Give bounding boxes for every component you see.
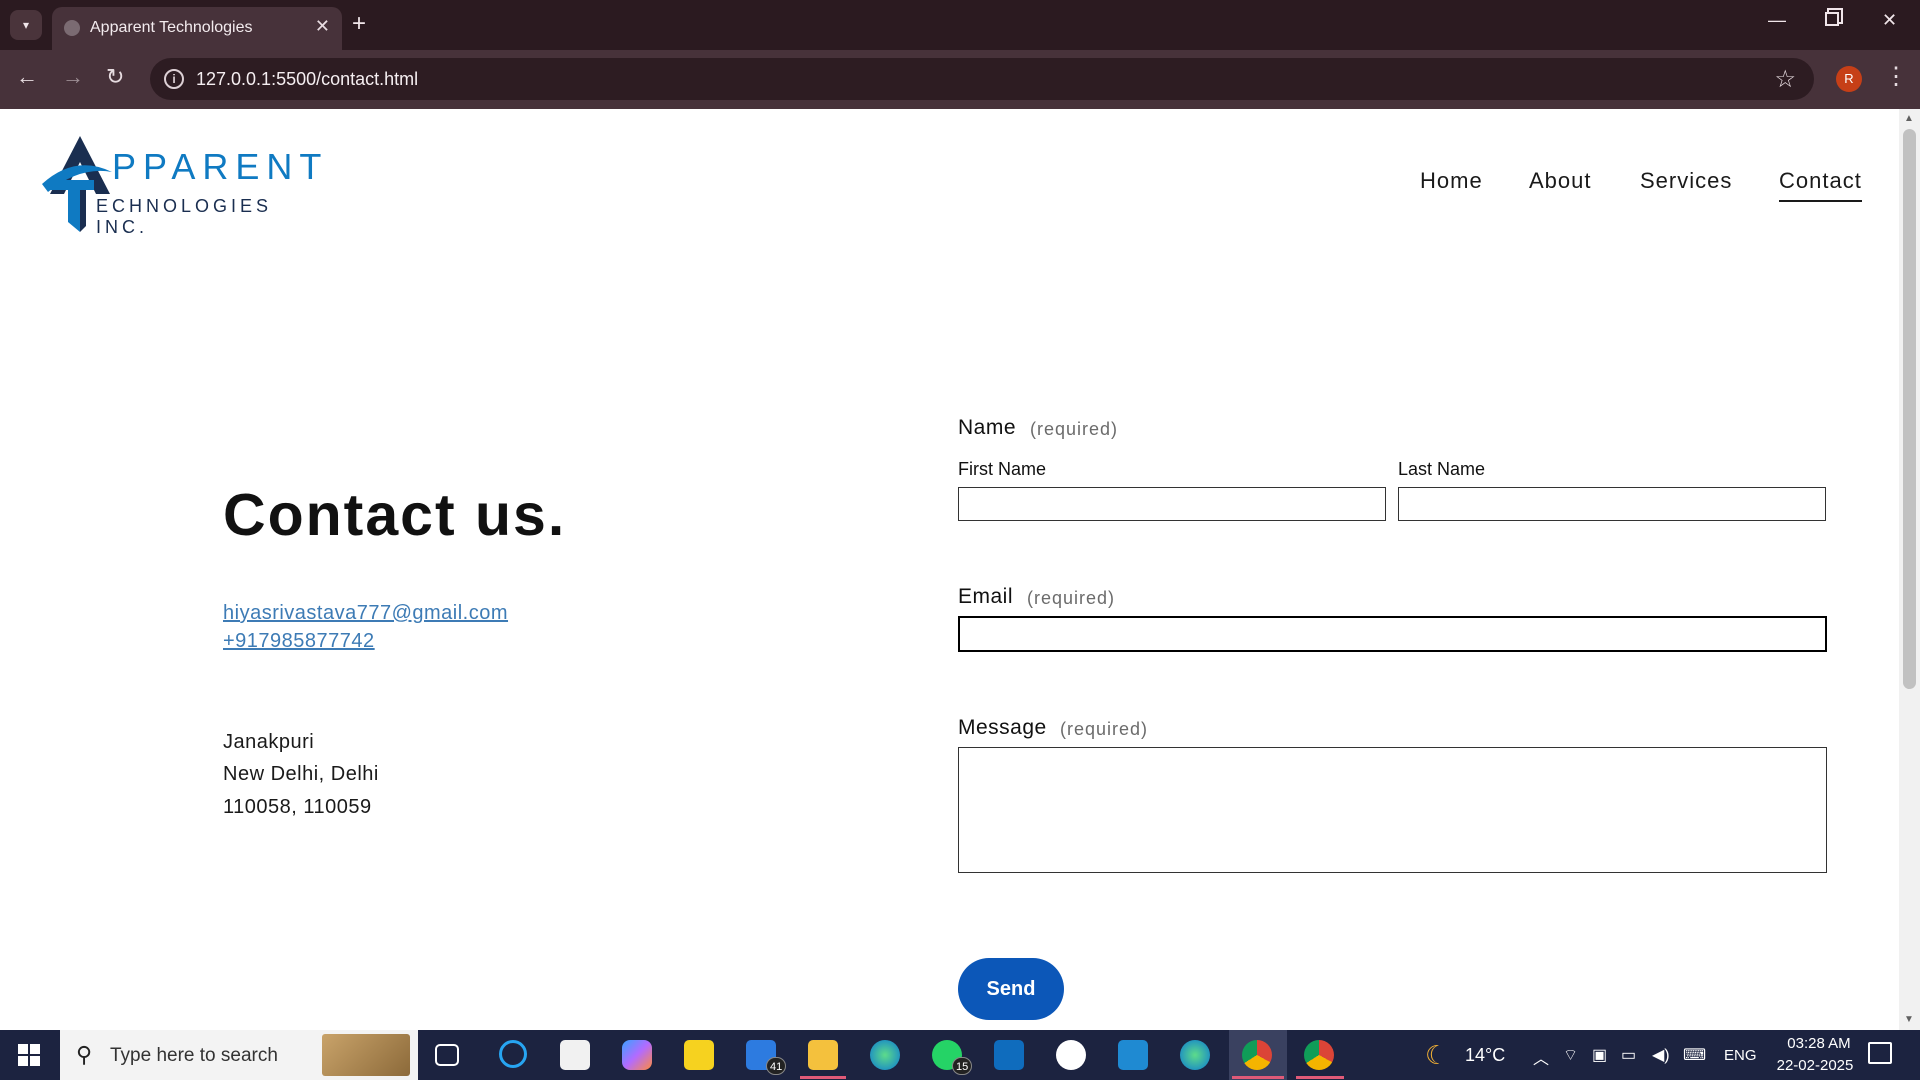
browser-tab-bar: ▾ Apparent Technologies ✕ + — ✕	[0, 0, 1920, 50]
last-name-label: Last Name	[1398, 459, 1486, 479]
first-name-input[interactable]	[958, 487, 1386, 521]
address-line-1: Janakpuri	[223, 731, 315, 753]
message-label: Message	[958, 716, 1047, 739]
clock-date[interactable]: 22-02-2025	[1770, 1057, 1860, 1074]
volume-icon[interactable]: ◀)	[1652, 1045, 1670, 1065]
search-icon: ⚲	[76, 1042, 93, 1067]
logo-text-primary: PPARENT	[112, 146, 329, 187]
more-menu-icon[interactable]: ⋮	[1884, 62, 1908, 91]
profile-avatar[interactable]: R	[1836, 66, 1862, 92]
taskbar-search-box[interactable]: ⚲ Type here to search	[60, 1030, 418, 1080]
mail-badge: 41	[766, 1057, 787, 1075]
email-input[interactable]	[958, 616, 1827, 652]
url-text: 127.0.0.1:5500/contact.html	[196, 69, 419, 89]
site-info-icon[interactable]: i	[164, 69, 184, 89]
keyboard-icon[interactable]: ⌨	[1683, 1045, 1706, 1065]
notification-center-icon[interactable]	[1868, 1042, 1892, 1064]
message-required-hint: (required)	[1060, 719, 1149, 739]
email-label: Email	[958, 585, 1014, 608]
name-required-hint: (required)	[1030, 419, 1119, 439]
whatsapp-badge: 15	[952, 1057, 973, 1075]
language-indicator[interactable]: ENG	[1724, 1047, 1757, 1064]
vscode-icon[interactable]	[1118, 1040, 1148, 1070]
address-line-2: New Delhi, Delhi	[223, 763, 379, 785]
address-line-3: 110058, 110059	[223, 796, 372, 818]
search-placeholder: Type here to search	[110, 1045, 278, 1066]
windows-start-icon[interactable]	[18, 1044, 40, 1066]
battery-icon[interactable]: ▭	[1621, 1045, 1636, 1065]
tab-title: Apparent Technologies	[90, 19, 253, 36]
name-label: Name	[958, 416, 1017, 439]
logo-text-secondary: ECHNOLOGIES INC.	[96, 196, 273, 237]
reload-icon[interactable]: ↻	[106, 64, 124, 90]
nav-contact-link[interactable]: Contact	[1779, 168, 1862, 202]
chrome-icon[interactable]	[1242, 1040, 1272, 1070]
site-logo[interactable]: PPARENT ECHNOLOGIES INC.	[40, 134, 321, 237]
file-explorer-icon[interactable]	[808, 1040, 838, 1070]
back-arrow-icon[interactable]: ←	[16, 64, 38, 90]
edge-icon[interactable]	[870, 1040, 900, 1070]
moon-weather-icon[interactable]: ☾	[1425, 1040, 1448, 1071]
edge-icon-2[interactable]	[1180, 1040, 1210, 1070]
show-hidden-icons-chevron-icon[interactable]: ︿	[1533, 1045, 1549, 1069]
chrome-icon-2[interactable]	[1304, 1040, 1334, 1070]
copilot-icon[interactable]	[622, 1040, 652, 1070]
outlook-icon[interactable]	[994, 1040, 1024, 1070]
scroll-up-arrow-icon[interactable]: ▲	[1904, 113, 1914, 124]
meet-icon[interactable]: ▣	[1592, 1045, 1607, 1065]
message-textarea[interactable]	[958, 747, 1827, 873]
close-tab-icon[interactable]: ✕	[315, 16, 330, 37]
browser-toolbar: ← → ↻ i 127.0.0.1:5500/contact.html ☆ R …	[0, 50, 1920, 109]
weather-temperature[interactable]: 14°C	[1465, 1045, 1505, 1066]
chrome-active-indicator	[1232, 1076, 1284, 1079]
new-tab-button[interactable]: +	[352, 10, 366, 38]
nav-about-link[interactable]: About	[1529, 168, 1592, 194]
github-icon[interactable]	[1056, 1040, 1086, 1070]
email-required-hint: (required)	[1027, 588, 1116, 608]
task-view-icon[interactable]	[435, 1044, 459, 1066]
nav-services-link[interactable]: Services	[1640, 168, 1732, 194]
file-explorer-active-indicator	[800, 1076, 846, 1079]
restore-button[interactable]	[1825, 12, 1839, 26]
search-highlight-image	[322, 1034, 410, 1076]
nav-home-link[interactable]: Home	[1420, 168, 1483, 194]
scrollbar-thumb[interactable]	[1903, 129, 1916, 689]
tab-search-menu-button[interactable]: ▾	[10, 10, 42, 40]
chrome-2-active-indicator	[1296, 1076, 1344, 1079]
forward-arrow-icon[interactable]: →	[62, 64, 84, 90]
sticky-notes-icon[interactable]	[684, 1040, 714, 1070]
phone-link[interactable]: +917985877742	[223, 630, 375, 653]
first-name-label: First Name	[958, 459, 1047, 479]
clock-time[interactable]: 03:28 AM	[1777, 1035, 1861, 1052]
address-bar[interactable]: i 127.0.0.1:5500/contact.html ☆	[150, 58, 1814, 100]
scroll-down-arrow-icon[interactable]: ▼	[1904, 1014, 1914, 1025]
globe-icon	[64, 20, 80, 36]
close-window-button[interactable]: ✕	[1882, 10, 1897, 31]
browser-tab[interactable]: Apparent Technologies ✕	[52, 7, 342, 50]
page-viewport: PPARENT ECHNOLOGIES INC. Home About Serv…	[0, 109, 1899, 1030]
email-link[interactable]: hiyasrivastava777@gmail.com	[223, 602, 508, 625]
bookmark-star-icon[interactable]: ☆	[1774, 65, 1796, 94]
microsoft-store-icon[interactable]	[560, 1040, 590, 1070]
last-name-input[interactable]	[1398, 487, 1826, 521]
cortana-icon[interactable]	[499, 1040, 527, 1068]
send-button[interactable]: Send	[958, 958, 1064, 1020]
wifi-icon[interactable]: ⌔	[1563, 1045, 1578, 1065]
page-title: Contact us.	[223, 482, 567, 548]
page-scrollbar[interactable]: ▲ ▼	[1899, 109, 1920, 1030]
minimize-button[interactable]: —	[1768, 10, 1786, 31]
windows-taskbar: ⚲ Type here to search 41 15 ☾ 14°C ︿ ⌔ ▣…	[0, 1030, 1920, 1080]
